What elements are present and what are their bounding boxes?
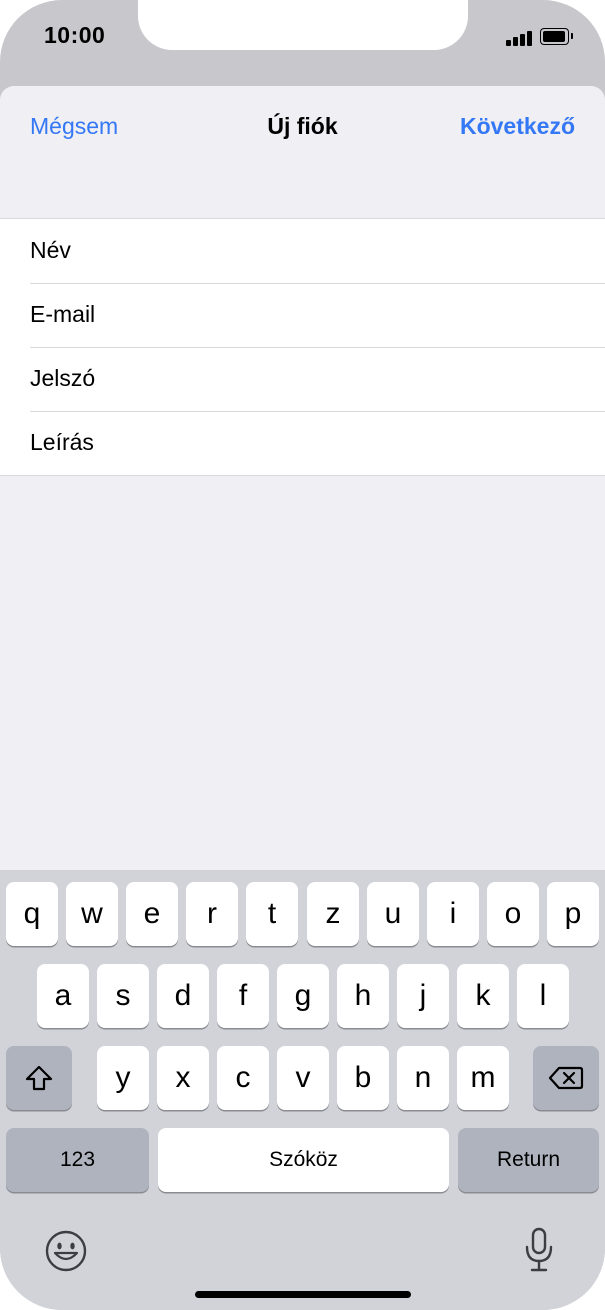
home-indicator[interactable] bbox=[195, 1291, 411, 1298]
key-l[interactable]: l bbox=[517, 964, 569, 1028]
key-m[interactable]: m bbox=[457, 1046, 509, 1110]
key-f[interactable]: f bbox=[217, 964, 269, 1028]
keyboard: q w e r t z u i o p a s d f g h j k l y … bbox=[0, 870, 605, 1310]
next-button[interactable]: Következő bbox=[460, 113, 575, 140]
description-field[interactable] bbox=[180, 421, 584, 467]
key-d[interactable]: d bbox=[157, 964, 209, 1028]
key-y[interactable]: y bbox=[97, 1046, 149, 1110]
description-label: Leírás bbox=[30, 429, 94, 455]
cellular-signal-icon bbox=[506, 30, 534, 46]
dictation-button[interactable] bbox=[522, 1226, 556, 1274]
key-e[interactable]: e bbox=[126, 882, 178, 946]
key-c[interactable]: c bbox=[217, 1046, 269, 1110]
key-x[interactable]: x bbox=[157, 1046, 209, 1110]
status-time: 10:00 bbox=[44, 22, 106, 48]
emoji-icon bbox=[45, 1230, 87, 1272]
navigation-bar: Mégsem Új fiók Következő bbox=[0, 86, 605, 166]
name-row[interactable]: Név bbox=[0, 219, 605, 283]
key-g[interactable]: g bbox=[277, 964, 329, 1028]
email-field[interactable] bbox=[180, 293, 584, 339]
key-b[interactable]: b bbox=[337, 1046, 389, 1110]
shift-icon bbox=[25, 1065, 53, 1091]
key-a[interactable]: a bbox=[37, 964, 89, 1028]
key-h[interactable]: h bbox=[337, 964, 389, 1028]
key-v[interactable]: v bbox=[277, 1046, 329, 1110]
key-t[interactable]: t bbox=[246, 882, 298, 946]
key-s[interactable]: s bbox=[97, 964, 149, 1028]
password-label: Jelszó bbox=[30, 365, 96, 391]
key-z[interactable]: z bbox=[307, 882, 359, 946]
key-p[interactable]: p bbox=[547, 882, 599, 946]
key-i[interactable]: i bbox=[427, 882, 479, 946]
account-form: Név E-mail Jelszó Leírás bbox=[0, 218, 605, 476]
key-j[interactable]: j bbox=[397, 964, 449, 1028]
new-account-sheet: Mégsem Új fiók Következő Név E-mail Jels… bbox=[0, 86, 605, 870]
description-row[interactable]: Leírás bbox=[0, 411, 605, 475]
key-w[interactable]: w bbox=[66, 882, 118, 946]
name-field[interactable] bbox=[180, 229, 584, 275]
key-n[interactable]: n bbox=[397, 1046, 449, 1110]
email-row[interactable]: E-mail bbox=[0, 283, 605, 347]
key-q[interactable]: q bbox=[6, 882, 58, 946]
status-bar: 10:00 bbox=[0, 0, 605, 90]
emoji-button[interactable] bbox=[44, 1229, 88, 1273]
password-field[interactable] bbox=[180, 357, 584, 403]
name-label: Név bbox=[30, 237, 71, 263]
key-k[interactable]: k bbox=[457, 964, 509, 1028]
phone-screen: 10:00 Mégsem Új fiók Következő Név E-mai… bbox=[0, 0, 605, 1310]
delete-icon bbox=[548, 1066, 584, 1090]
numbers-key[interactable]: 123 bbox=[6, 1128, 149, 1192]
battery-icon bbox=[540, 28, 574, 45]
microphone-icon bbox=[525, 1227, 553, 1272]
delete-key[interactable] bbox=[533, 1046, 599, 1110]
key-r[interactable]: r bbox=[186, 882, 238, 946]
key-u[interactable]: u bbox=[367, 882, 419, 946]
password-row[interactable]: Jelszó bbox=[0, 347, 605, 411]
return-key[interactable]: Return bbox=[458, 1128, 599, 1192]
space-key[interactable]: Szóköz bbox=[158, 1128, 449, 1192]
notch bbox=[138, 0, 468, 50]
email-label: E-mail bbox=[30, 301, 96, 327]
shift-key[interactable] bbox=[6, 1046, 72, 1110]
key-o[interactable]: o bbox=[487, 882, 539, 946]
